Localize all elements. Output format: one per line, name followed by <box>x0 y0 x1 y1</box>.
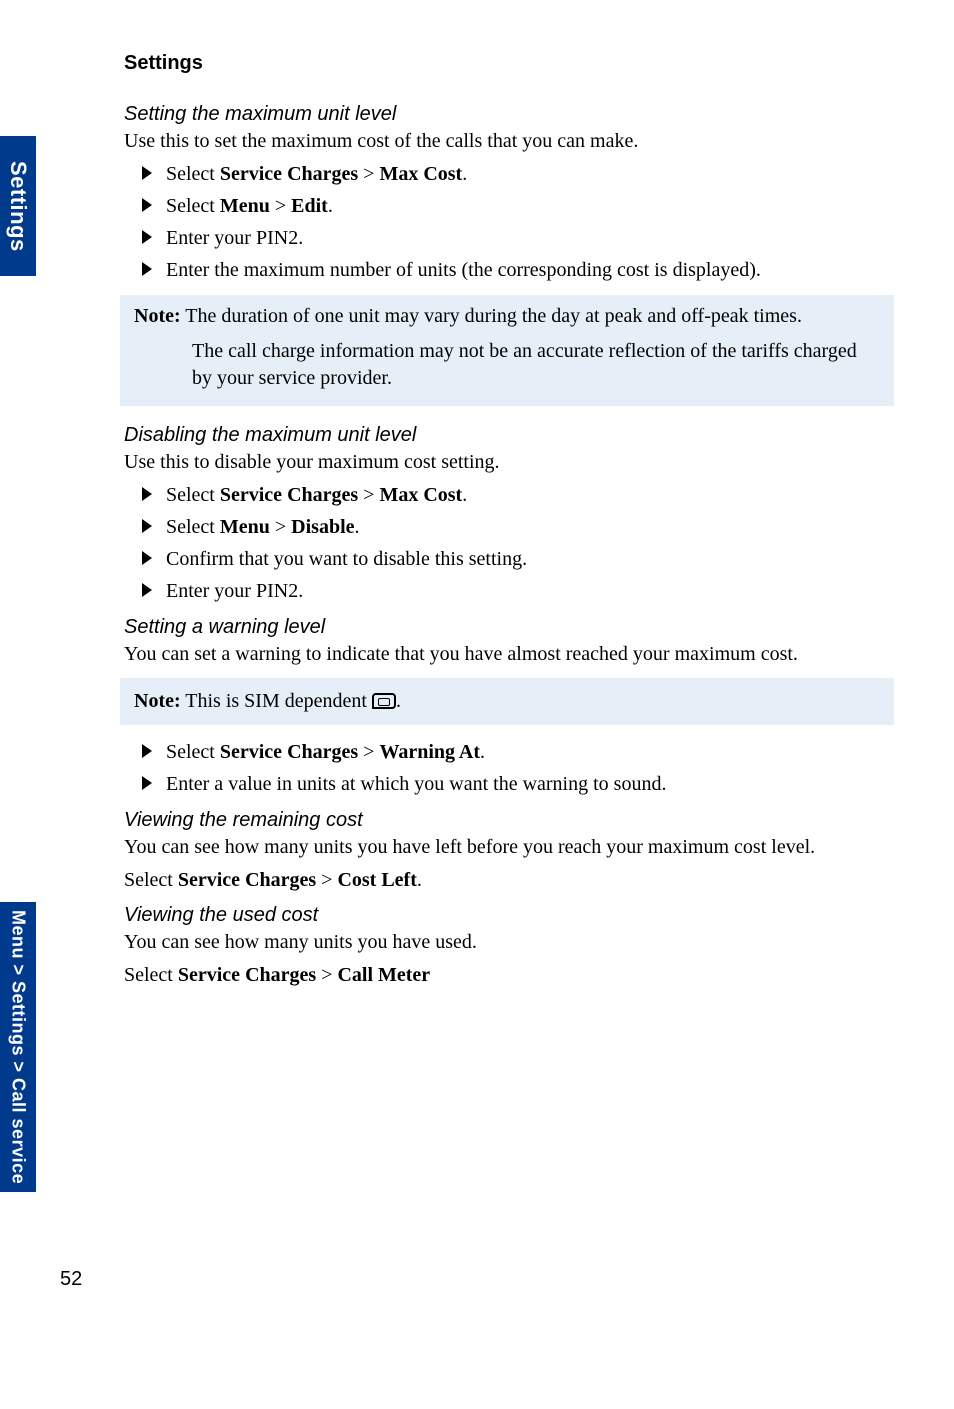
step-list: Select Service Charges > Max Cost. Selec… <box>142 482 894 604</box>
step-item: Select Menu > Edit. <box>142 193 894 219</box>
section-heading: Viewing the remaining cost <box>124 809 894 832</box>
step-list: Select Service Charges > Max Cost. Selec… <box>142 161 894 283</box>
side-tab-breadcrumb: Menu > Settings > Call service <box>0 902 36 1192</box>
page-title: Settings <box>124 52 894 75</box>
side-tab-settings-label: Settings <box>5 161 31 252</box>
section-intro: You can set a warning to indicate that y… <box>124 641 894 668</box>
section-heading: Disabling the maximum unit level <box>124 424 894 447</box>
section-intro: Use this to disable your maximum cost se… <box>124 449 894 476</box>
step-item: Select Menu > Disable. <box>142 514 894 540</box>
step-item: Enter your PIN2. <box>142 225 894 251</box>
note-box: Note: This is SIM dependent . <box>120 678 894 725</box>
step-item: Select Service Charges > Warning At. <box>142 739 894 765</box>
sim-icon <box>372 693 396 709</box>
side-tab-breadcrumb-label: Menu > Settings > Call service <box>8 910 29 1184</box>
page-content: Settings Setting the maximum unit level … <box>124 52 894 995</box>
section-heading: Viewing the used cost <box>124 904 894 927</box>
action-line: Select Service Charges > Cost Left. <box>124 867 894 894</box>
note-label: Note: <box>134 690 181 712</box>
step-item: Enter a value in units at which you want… <box>142 771 894 797</box>
step-item: Enter your PIN2. <box>142 578 894 604</box>
section-intro: You can see how many units you have left… <box>124 834 894 861</box>
step-item: Enter the maximum number of units (the c… <box>142 257 894 283</box>
section-intro: Use this to set the maximum cost of the … <box>124 128 894 155</box>
section-intro: You can see how many units you have used… <box>124 929 894 956</box>
side-tab-settings: Settings <box>0 136 36 276</box>
note-box: Note: The duration of one unit may vary … <box>120 295 894 406</box>
step-item: Select Service Charges > Max Cost. <box>142 161 894 187</box>
step-item: Confirm that you want to disable this se… <box>142 546 894 572</box>
note-text: This is SIM dependent <box>181 690 372 712</box>
section-heading: Setting a warning level <box>124 616 894 639</box>
action-line: Select Service Charges > Call Meter <box>124 962 894 989</box>
note-line: The call charge information may not be a… <box>134 338 880 392</box>
page-number: 52 <box>60 1268 82 1291</box>
note-line: Note: The duration of one unit may vary … <box>134 305 880 328</box>
step-list: Select Service Charges > Warning At. Ent… <box>142 739 894 797</box>
step-item: Select Service Charges > Max Cost. <box>142 482 894 508</box>
section-heading: Setting the maximum unit level <box>124 103 894 126</box>
